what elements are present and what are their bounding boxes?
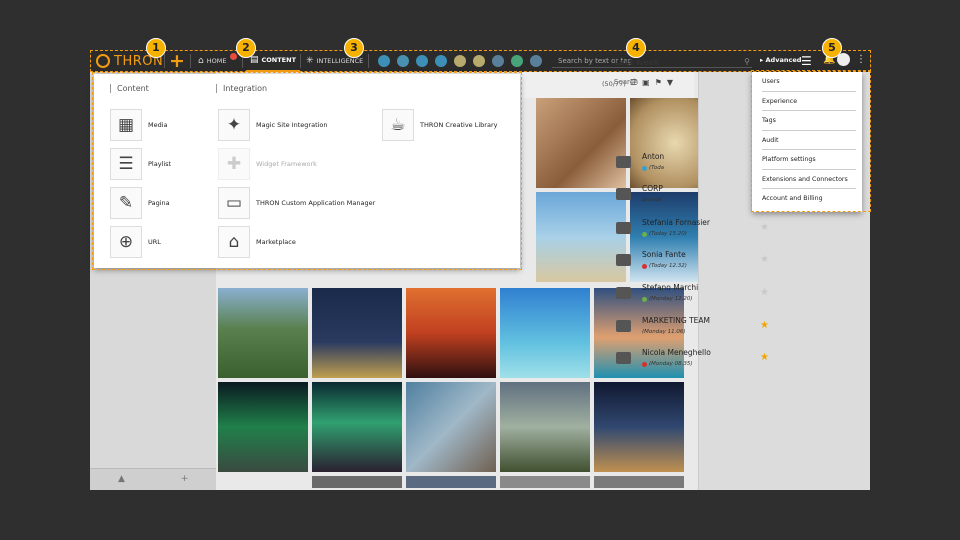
activity-name: CORP: [642, 184, 663, 193]
status-dot-icon: [642, 263, 647, 269]
activity-item[interactable]: CORP Davide: [614, 184, 764, 214]
activity-time-text: (Monday 08.35): [649, 361, 693, 367]
activity-name: Stefania Fornasier: [642, 218, 710, 227]
star-icon[interactable]: ★: [760, 320, 769, 331]
activity-item[interactable]: Sonia Fante (Today 12.32) ★: [614, 250, 769, 280]
content-thumbnail[interactable]: [500, 476, 590, 488]
activity-name: Sonia Fante: [642, 250, 686, 259]
highlight-topbar: [90, 50, 871, 72]
activity-search-input[interactable]: Search: [614, 78, 638, 86]
comment-icon: [616, 287, 631, 299]
activity-item[interactable]: Nicola Meneghello (Monday 08.35) ★: [614, 348, 769, 378]
activity-time: Davide: [642, 197, 661, 203]
activity-time: (Today 12.32): [642, 263, 687, 269]
comment-icon: [616, 254, 631, 266]
comment-icon: [616, 320, 631, 332]
left-panel-footer: ▲ +: [90, 468, 216, 490]
callout-3: 3: [344, 38, 364, 58]
callout-4: 4: [626, 38, 646, 58]
content-thumbnail[interactable]: [406, 288, 496, 378]
activity-time: (Toda: [642, 165, 664, 171]
content-thumbnail[interactable]: [500, 288, 590, 378]
status-dot-icon: [642, 231, 647, 237]
content-thumbnail[interactable]: [312, 382, 402, 472]
comment-icon: [616, 188, 631, 200]
content-thumbnail[interactable]: [218, 382, 308, 472]
add-folder-icon[interactable]: +: [153, 469, 216, 490]
activity-item[interactable]: Stefano Marchi (Monday 12.20) ★: [614, 283, 769, 313]
activity-time-text: (Today 15.20): [649, 231, 687, 237]
activity-time: (Monday 12.20): [642, 296, 693, 302]
activity-name: Anton: [642, 152, 665, 161]
content-thumbnail[interactable]: [406, 476, 496, 488]
comment-icon: [616, 156, 631, 168]
highlight-settings-menu: [751, 70, 871, 212]
comment-icon: [616, 352, 631, 364]
status-dot-icon: [642, 296, 647, 302]
activity-time: (Today 15.20): [642, 231, 687, 237]
content-thumbnail[interactable]: [594, 476, 684, 488]
activity-name: Stefano Marchi: [642, 283, 699, 292]
content-thumbnail[interactable]: [312, 476, 402, 488]
star-icon[interactable]: ★: [760, 287, 769, 298]
status-dot-icon: [642, 165, 647, 171]
activity-time-text: (Monday 11.06): [642, 329, 686, 335]
activity-item[interactable]: MARKETING TEAM (Monday 11.06) ★: [614, 316, 769, 346]
activity-time: (Monday 11.06): [642, 329, 686, 335]
upload-icon[interactable]: ▲: [90, 469, 153, 490]
callout-1: 1: [146, 38, 166, 58]
comment-icon: [616, 222, 631, 234]
activity-name: Nicola Meneghello: [642, 348, 711, 357]
content-thumbnail[interactable]: [312, 288, 402, 378]
content-thumbnail[interactable]: [500, 382, 590, 472]
flag-icon[interactable]: ⚑: [655, 78, 667, 87]
activity-time-text: (Today 12.32): [649, 263, 687, 269]
content-thumbnail[interactable]: [536, 192, 626, 282]
activity-name: MARKETING TEAM: [642, 316, 710, 325]
star-icon[interactable]: ★: [760, 222, 769, 233]
activity-time-text: Davide: [642, 197, 662, 203]
activity-time: (Monday 08.35): [642, 361, 693, 367]
image-view-icon[interactable]: ▣: [642, 78, 655, 87]
star-icon[interactable]: ★: [760, 352, 769, 363]
content-thumbnail[interactable]: [536, 98, 626, 188]
status-dot-icon: [642, 361, 647, 367]
activity-time-text: (Toda: [649, 165, 665, 171]
highlight-add-menu: [92, 72, 522, 270]
callout-5: 5: [822, 38, 842, 58]
star-icon[interactable]: ★: [760, 254, 769, 265]
activity-item[interactable]: Anton (Toda: [614, 152, 764, 182]
callout-2: 2: [236, 38, 256, 58]
content-thumbnail[interactable]: [406, 382, 496, 472]
content-thumbnail[interactable]: [218, 288, 308, 378]
filter-icon[interactable]: ▼: [667, 78, 678, 87]
activity-time-text: (Monday 12.20): [649, 296, 693, 302]
content-thumbnail[interactable]: [594, 382, 684, 472]
activity-item[interactable]: Stefania Fornasier (Today 15.20) ★: [614, 218, 769, 248]
